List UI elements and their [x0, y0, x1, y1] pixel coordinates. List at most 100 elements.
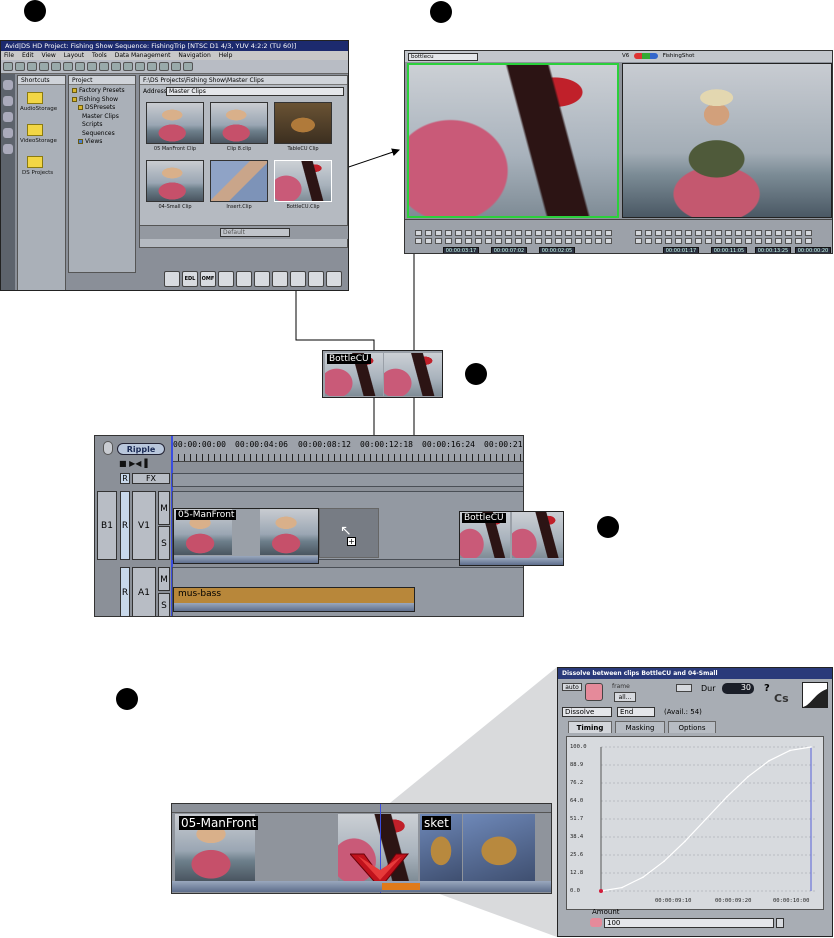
transport-icon[interactable]	[535, 230, 542, 236]
transport-icon[interactable]	[605, 230, 612, 236]
toolbar-button[interactable]	[123, 62, 133, 71]
transport-icon[interactable]	[755, 230, 762, 236]
cs-icon[interactable]: Cs	[774, 692, 789, 705]
ghost-clip-bottlecu[interactable]: BottleCU	[459, 511, 564, 566]
transport-icon[interactable]	[605, 238, 612, 244]
video-clip-05-manfront[interactable]: 05-ManFront	[173, 508, 319, 564]
clip-thumbnail-selected[interactable]	[274, 160, 332, 202]
timecode-display[interactable]: 00:00:02:05	[539, 247, 575, 253]
record-header-button[interactable]: R	[120, 473, 130, 484]
transport-icon[interactable]	[515, 238, 522, 244]
record-button[interactable]: R	[120, 491, 130, 560]
transport-icon[interactable]	[725, 230, 732, 236]
transport-icon[interactable]	[695, 230, 702, 236]
transport-icon[interactable]	[575, 238, 582, 244]
menu-view[interactable]: View	[42, 52, 56, 59]
transport-icon[interactable]	[775, 230, 782, 236]
tool-icon[interactable]	[3, 96, 13, 106]
solo-button[interactable]: S	[158, 593, 170, 616]
transport-icon[interactable]	[455, 238, 462, 244]
auto-button[interactable]: auto	[562, 683, 582, 691]
address-select[interactable]: Master Clips	[166, 87, 344, 96]
transport-icon[interactable]	[495, 238, 502, 244]
transport-icon[interactable]	[475, 238, 482, 244]
transport-icon[interactable]	[805, 238, 812, 244]
transport-icon[interactable]	[785, 238, 792, 244]
tree-item[interactable]: Factory Presets	[72, 87, 132, 96]
solo-button[interactable]: S	[158, 526, 170, 560]
tab-masking[interactable]: Masking	[615, 721, 665, 733]
tool-icon[interactable]	[3, 80, 13, 90]
amount-field[interactable]: 100	[604, 918, 774, 928]
grid-icon[interactable]	[776, 918, 784, 928]
keyframe-icon[interactable]	[590, 918, 602, 927]
transport-icon[interactable]	[665, 238, 672, 244]
step-back-icon[interactable]	[435, 230, 442, 236]
transport-icon[interactable]	[735, 238, 742, 244]
transport-icon[interactable]	[555, 230, 562, 236]
clip-thumbnail[interactable]	[210, 160, 268, 202]
tool-icon[interactable]	[3, 112, 13, 122]
transport-icon[interactable]	[585, 230, 592, 236]
audio-clip-mus-bass[interactable]: mus-bass	[173, 587, 415, 612]
transport-icon[interactable]	[595, 230, 602, 236]
dock-tool-icon[interactable]	[236, 271, 252, 287]
transport-icon[interactable]	[765, 238, 772, 244]
transition-preview-icon[interactable]	[802, 682, 828, 708]
menu-data-management[interactable]: Data Management	[115, 52, 171, 59]
transport-icon[interactable]	[565, 230, 572, 236]
toolbar-button[interactable]	[3, 62, 13, 71]
omf-button[interactable]: OMF	[200, 271, 216, 287]
track-name-v1[interactable]: V1	[132, 491, 156, 560]
transition-duration-bar[interactable]	[382, 883, 420, 890]
fx-header-button[interactable]: FX	[132, 473, 170, 484]
help-button[interactable]: ?	[764, 683, 770, 694]
dock-tool-icon[interactable]	[308, 271, 324, 287]
source-viewer-frame[interactable]	[407, 63, 619, 218]
transport-icon[interactable]	[655, 230, 662, 236]
toolbar-button[interactable]	[51, 62, 61, 71]
transport-icon[interactable]	[645, 230, 652, 236]
shortcut-audiostorage[interactable]: AudioStorage	[20, 106, 57, 112]
transport-icon[interactable]	[525, 238, 532, 244]
tree-item[interactable]: Master Clips	[72, 113, 132, 122]
dragged-clip[interactable]: BottleCU	[322, 350, 443, 398]
timecode-display[interactable]: 00:00:11:05	[711, 247, 747, 253]
tab-timing[interactable]: Timing	[568, 721, 612, 733]
menu-help[interactable]: Help	[219, 52, 233, 59]
tool-icon[interactable]	[3, 144, 13, 154]
transport-icon[interactable]	[725, 238, 732, 244]
toolbar-button[interactable]	[27, 62, 37, 71]
transport-icon[interactable]	[665, 230, 672, 236]
folder-icon[interactable]	[27, 156, 43, 168]
transport-icon[interactable]	[505, 230, 512, 236]
transport-icon[interactable]	[585, 238, 592, 244]
clip-thumbnail[interactable]	[146, 102, 204, 144]
timecode-display[interactable]: 00:00:03:17	[443, 247, 479, 253]
view-select[interactable]: Default	[220, 228, 290, 237]
track-name-a1[interactable]: A1	[132, 567, 156, 616]
mark-in-icon[interactable]	[485, 230, 492, 236]
step-forward-icon[interactable]	[455, 230, 462, 236]
transport-icon[interactable]	[715, 230, 722, 236]
toolbar-button[interactable]	[159, 62, 169, 71]
transport-icon[interactable]	[675, 238, 682, 244]
transport-icon[interactable]	[775, 238, 782, 244]
fast-forward-icon[interactable]	[425, 230, 432, 236]
clip-thumbnail[interactable]	[146, 160, 204, 202]
timecode-ruler[interactable]: 00:00:00:00 00:00:04:06 00:00:08:12 00:0…	[172, 436, 523, 462]
timecode-display[interactable]: 00:00:07:02	[491, 247, 527, 253]
toolbar-button[interactable]	[15, 62, 25, 71]
transport-icon[interactable]	[445, 238, 452, 244]
transport-icon[interactable]	[515, 230, 522, 236]
record-viewer-frame[interactable]	[622, 63, 832, 218]
mark-out-icon[interactable]	[495, 230, 502, 236]
transport-icon[interactable]	[645, 238, 652, 244]
duration-field[interactable]: 30	[722, 683, 754, 694]
transport-icon[interactable]	[435, 238, 442, 244]
dock-tool-icon[interactable]	[326, 271, 342, 287]
toolbar-button[interactable]	[87, 62, 97, 71]
stop-icon[interactable]	[465, 230, 472, 236]
transport-icon[interactable]	[685, 238, 692, 244]
toolbar-button[interactable]	[183, 62, 193, 71]
